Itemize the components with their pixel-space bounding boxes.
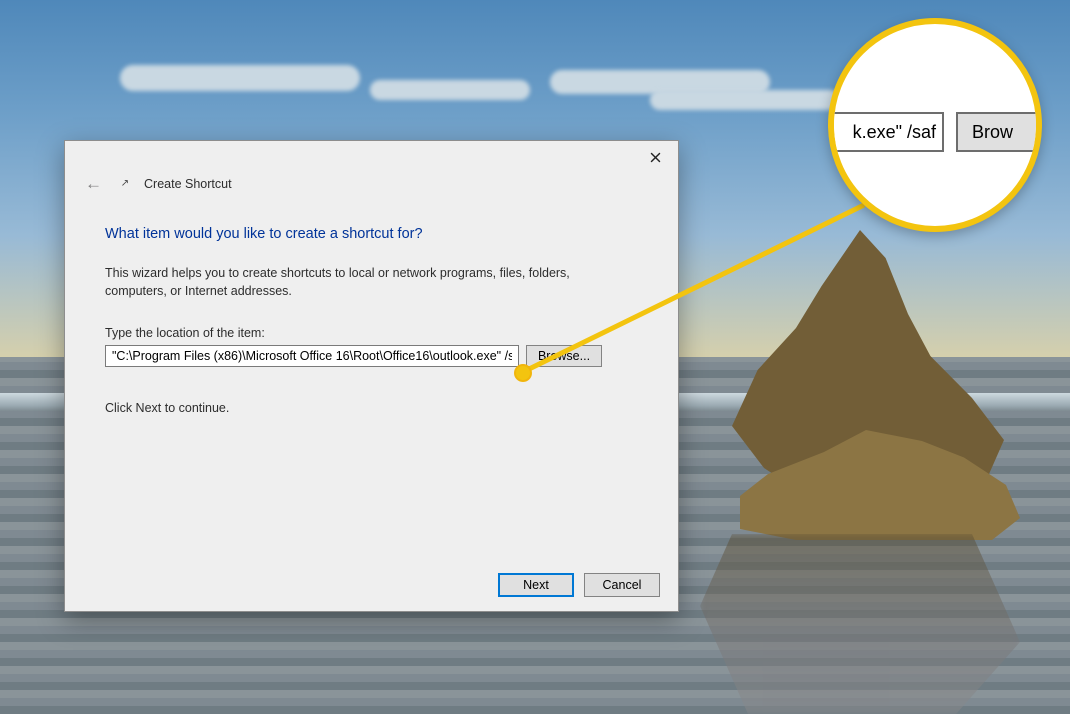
location-input-row: Browse... bbox=[105, 345, 638, 367]
dialog-footer: Next Cancel bbox=[65, 559, 678, 611]
callout-anchor-dot bbox=[514, 364, 532, 382]
desktop-reflection bbox=[700, 534, 1020, 714]
close-button[interactable] bbox=[636, 143, 674, 171]
shortcut-icon: ↗ bbox=[118, 177, 132, 191]
dialog-title: Create Shortcut bbox=[144, 177, 232, 191]
magnified-browse-button: Brow bbox=[956, 112, 1042, 152]
location-label: Type the location of the item: bbox=[105, 326, 638, 340]
dialog-content: What item would you like to create a sho… bbox=[65, 200, 678, 415]
continue-text: Click Next to continue. bbox=[105, 401, 638, 415]
magnified-location-input: k.exe" /saf bbox=[828, 112, 944, 152]
browse-button[interactable]: Browse... bbox=[526, 345, 602, 367]
create-shortcut-dialog: ← ↗ Create Shortcut What item would you … bbox=[64, 140, 679, 612]
dialog-description: This wizard helps you to create shortcut… bbox=[105, 264, 625, 300]
dialog-titlebar bbox=[65, 141, 678, 173]
magnified-input-text: k.exe" /saf bbox=[853, 122, 936, 143]
location-input[interactable] bbox=[105, 345, 519, 367]
next-button[interactable]: Next bbox=[498, 573, 574, 597]
magnifier-callout: k.exe" /saf Brow bbox=[828, 18, 1042, 232]
cancel-button[interactable]: Cancel bbox=[584, 573, 660, 597]
close-icon bbox=[650, 152, 661, 163]
dialog-header-row: ← ↗ Create Shortcut bbox=[65, 173, 678, 200]
back-arrow-icon[interactable]: ← bbox=[81, 173, 106, 194]
magnifier-content: k.exe" /saf Brow bbox=[834, 24, 1036, 226]
magnified-button-text: Brow bbox=[972, 122, 1013, 143]
dialog-heading: What item would you like to create a sho… bbox=[105, 226, 638, 242]
